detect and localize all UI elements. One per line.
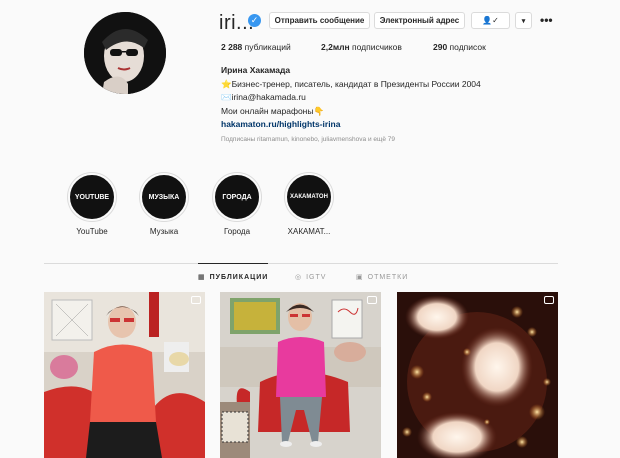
- post-thumbnail[interactable]: [220, 292, 381, 458]
- highlight-label: YouTube: [76, 227, 108, 236]
- tagged-icon: ▣: [356, 273, 364, 281]
- tab-tagged[interactable]: ▣ ОТМЕТКИ: [356, 273, 408, 281]
- grid-icon: ▦: [198, 273, 206, 281]
- igtv-icon: ◎: [295, 273, 303, 281]
- post-thumbnail[interactable]: [397, 292, 558, 458]
- highlight-label: Музыка: [149, 227, 179, 236]
- highlight-label: ХАКАМАТ...: [287, 227, 331, 236]
- highlight-cover: ГОРОДА: [213, 173, 261, 221]
- highlight-cover: МУЗЫКА: [140, 173, 188, 221]
- tab-label: ПУБЛИКАЦИИ: [209, 273, 269, 281]
- person-check-icon: 👤✓: [482, 16, 499, 25]
- bio-email: ✉️irina@hakamada.ru: [221, 92, 306, 102]
- video-icon: [191, 296, 201, 304]
- posts-stat: 2 288 публикаций: [221, 42, 291, 52]
- tab-posts[interactable]: ▦ ПУБЛИКАЦИИ: [198, 263, 269, 281]
- highlight-cities[interactable]: ГОРОДА Города: [202, 173, 272, 236]
- bio-link[interactable]: hakamaton.ru/highlights-irina: [221, 118, 541, 132]
- highlight-music[interactable]: МУЗЫКА Музыка: [129, 173, 199, 236]
- email-button[interactable]: Электронный адрес: [374, 12, 465, 29]
- highlight-cover: YOUTUBE: [68, 173, 116, 221]
- more-options-icon[interactable]: •••: [540, 13, 553, 27]
- tab-label: ОТМЕТКИ: [367, 273, 409, 281]
- bio-line: ⭐Бизнес-тренер, писатель, кандидат в Пре…: [221, 78, 481, 89]
- tab-igtv[interactable]: ◎ IGTV: [295, 273, 326, 281]
- highlight-label: Города: [223, 227, 251, 236]
- verified-badge-icon: ✓: [248, 14, 261, 27]
- video-icon: [367, 296, 377, 304]
- highlight-hakamaton[interactable]: ХАКАМАТОН ХАКАМАТ...: [274, 173, 344, 236]
- followers-stat[interactable]: 2,2млн подписчиков: [321, 42, 402, 52]
- video-icon: [544, 296, 554, 304]
- tab-label: IGTV: [306, 273, 327, 281]
- profile-bio: Ирина Хакамада ⭐Бизнес-тренер, писатель,…: [221, 64, 541, 132]
- following-stat[interactable]: 290 подписок: [433, 42, 486, 52]
- full-name: Ирина Хакамада: [221, 65, 291, 75]
- profile-avatar[interactable]: [84, 12, 166, 94]
- suggestions-dropdown-button[interactable]: ▾: [515, 12, 532, 29]
- following-button[interactable]: 👤✓: [471, 12, 510, 29]
- followed-by-text[interactable]: Подписаны ritamamun, kinonebo, juliavmen…: [221, 136, 395, 143]
- bio-line: Мои онлайн марафоны👇: [221, 105, 325, 116]
- highlight-youtube[interactable]: YOUTUBE YouTube: [57, 173, 127, 236]
- post-thumbnail[interactable]: [44, 292, 205, 458]
- highlight-cover: ХАКАМАТОН: [285, 173, 333, 221]
- tabs-divider: [44, 263, 558, 264]
- send-message-button[interactable]: Отправить сообщение: [269, 12, 370, 29]
